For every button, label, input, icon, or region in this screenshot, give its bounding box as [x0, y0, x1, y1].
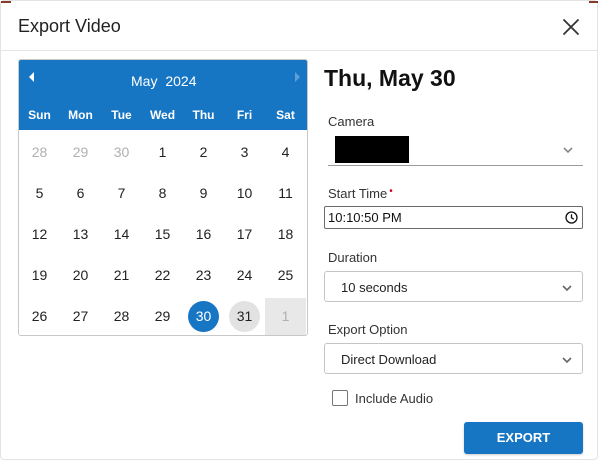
calendar-day[interactable]: 20	[60, 257, 101, 293]
calendar-day[interactable]: 27	[60, 298, 101, 334]
calendar-day[interactable]: 1	[142, 134, 183, 170]
calendar-day[interactable]: 11	[265, 175, 306, 211]
include-audio-label[interactable]: Include Audio	[355, 391, 433, 406]
calendar-day[interactable]: 28	[19, 134, 60, 170]
calendar-day[interactable]: 21	[101, 257, 142, 293]
calendar-day[interactable]: 15	[142, 216, 183, 252]
camera-select[interactable]	[328, 132, 583, 166]
calendar-day[interactable]: 3	[224, 134, 265, 170]
weekday-label: Wed	[149, 108, 176, 122]
chevron-left-icon	[29, 72, 34, 82]
include-audio-checkbox[interactable]	[332, 390, 348, 406]
calendar-day[interactable]: 8	[142, 175, 183, 211]
calendar-day[interactable]: 9	[183, 175, 224, 211]
duration-label: Duration	[328, 250, 378, 265]
calendar-day[interactable]: 16	[183, 216, 224, 252]
weekday-header-row: Sun Mon Tue Wed Thu Fri Sat	[19, 108, 307, 124]
start-time-label-text: Start Time	[328, 186, 388, 201]
export-option-value: Direct Download	[341, 352, 437, 367]
calendar-day[interactable]: 28	[101, 298, 142, 334]
calendar-day[interactable]: 7	[101, 175, 142, 211]
duration-select[interactable]: 10 seconds	[324, 271, 583, 302]
calendar-header: May 2024 Sun Mon Tue Wed Thu Fri Sat	[19, 60, 307, 130]
close-button[interactable]	[557, 13, 585, 41]
dialog-title: Export Video	[18, 16, 121, 36]
calendar-month-year[interactable]: May 2024	[131, 73, 201, 89]
next-month-button[interactable]	[291, 70, 303, 84]
calendar-day[interactable]: 23	[183, 257, 224, 293]
calendar-day[interactable]: 24	[224, 257, 265, 293]
calendar-day-selected[interactable]: 30	[183, 298, 224, 334]
clock-icon[interactable]	[565, 211, 578, 224]
required-indicator: •	[389, 186, 393, 197]
calendar-day[interactable]: 29	[60, 134, 101, 170]
calendar-day[interactable]: 10	[224, 175, 265, 211]
duration-value: 10 seconds	[341, 280, 408, 295]
previous-month-button[interactable]	[26, 70, 38, 84]
date-picker-calendar: May 2024 Sun Mon Tue Wed Thu Fri Sat 28 …	[18, 59, 308, 336]
weekday-label: Tue	[111, 108, 132, 122]
calendar-day-next-month: 1	[265, 298, 306, 335]
calendar-day[interactable]: 26	[19, 298, 60, 334]
calendar-day[interactable]: 6	[60, 175, 101, 211]
calendar-day[interactable]: 18	[265, 216, 306, 252]
calendar-day[interactable]: 22	[142, 257, 183, 293]
close-icon	[563, 19, 579, 35]
chevron-right-icon	[295, 72, 300, 82]
weekday-label: Thu	[192, 108, 215, 122]
calendar-day[interactable]: 4	[265, 134, 306, 170]
export-button[interactable]: EXPORT	[464, 422, 583, 454]
calendar-day[interactable]: 14	[101, 216, 142, 252]
calendar-day[interactable]: 30	[101, 134, 142, 170]
camera-label: Camera	[328, 114, 375, 129]
weekday-label: Mon	[68, 108, 93, 122]
selected-date-heading: Thu, May 30	[324, 65, 456, 91]
export-video-dialog: Export Video May 2024 Sun Mon Tue Wed Th…	[0, 0, 598, 460]
calendar-year: 2024	[165, 73, 197, 89]
calendar-day[interactable]: 13	[60, 216, 101, 252]
export-option-label: Export Option	[328, 322, 408, 337]
camera-name-redacted	[335, 136, 409, 163]
calendar-day[interactable]: 5	[19, 175, 60, 211]
start-time-value: 10:10:50 PM	[328, 210, 402, 225]
dialog-header: Export Video	[1, 1, 598, 51]
start-time-input[interactable]: 10:10:50 PM	[324, 206, 583, 229]
start-time-label: Start Time •	[328, 186, 393, 201]
weekday-label: Sun	[28, 108, 51, 122]
export-option-select[interactable]: Direct Download	[324, 343, 583, 374]
chevron-down-icon	[562, 357, 572, 364]
chevron-down-icon	[562, 285, 572, 292]
calendar-day[interactable]: 25	[265, 257, 306, 293]
today-day-marker: 31	[229, 301, 260, 332]
weekday-label: Fri	[236, 108, 253, 122]
calendar-day[interactable]: 17	[224, 216, 265, 252]
calendar-day[interactable]: 2	[183, 134, 224, 170]
calendar-day[interactable]: 19	[19, 257, 60, 293]
weekday-label: Sat	[276, 108, 295, 122]
calendar-day[interactable]: 29	[142, 298, 183, 334]
selected-day-marker: 30	[188, 301, 219, 332]
chevron-down-icon	[563, 147, 573, 154]
calendar-month: May	[131, 73, 158, 89]
calendar-day[interactable]: 12	[19, 216, 60, 252]
calendar-day-today[interactable]: 31	[224, 298, 265, 334]
